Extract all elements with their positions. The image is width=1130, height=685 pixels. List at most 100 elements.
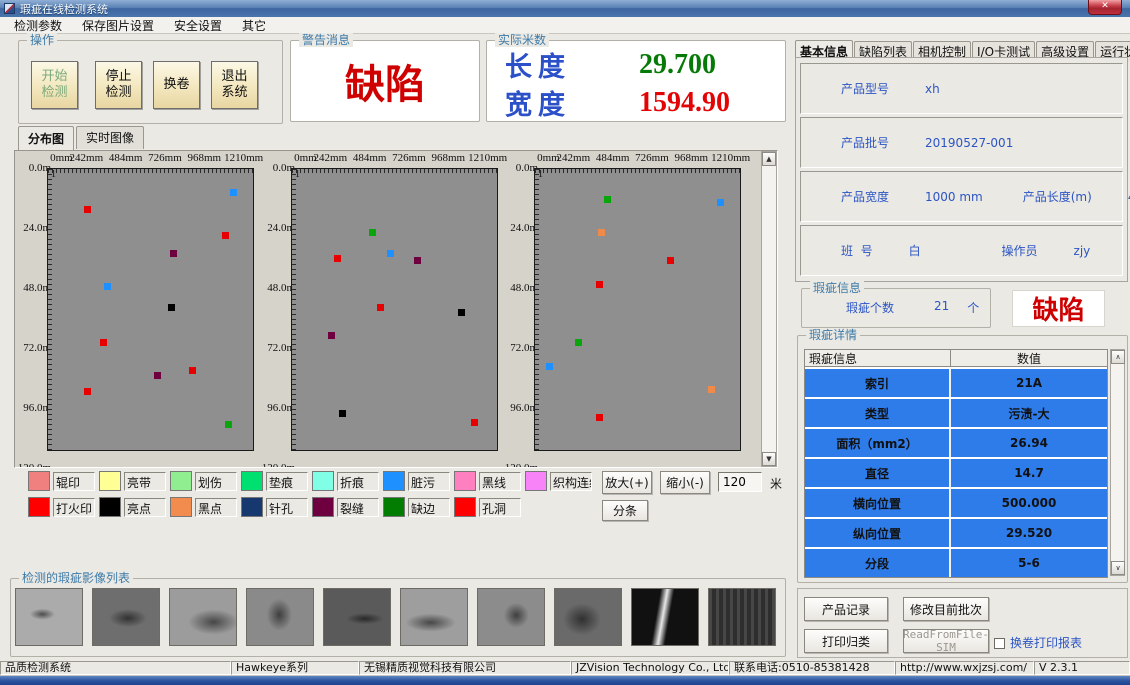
legend-swatch xyxy=(28,497,50,517)
legend-label: 亮带 xyxy=(124,472,166,491)
plot-point xyxy=(84,388,91,395)
status-segment: V 2.3.1 xyxy=(1034,661,1130,675)
plot-scrollbar[interactable]: ▲ ▼ xyxy=(761,151,777,467)
info-row: 产品型号xh xyxy=(800,63,1123,114)
details-row-label: 分段 xyxy=(805,549,951,577)
defect-thumbnail[interactable] xyxy=(477,588,545,646)
defect-details-group: 瑕疵详情 瑕疵信息 数值 索引21A类型污渍-大面积（mm2）26.94直径14… xyxy=(797,335,1128,583)
defect-thumbnail[interactable] xyxy=(554,588,622,646)
exit-system-button[interactable]: 退出系统 xyxy=(211,61,258,109)
length-label: 长度 xyxy=(505,45,615,84)
details-row[interactable]: 面积（mm2）26.94 xyxy=(805,429,1107,457)
tab-distribution[interactable]: 分布图 xyxy=(18,126,74,150)
scatter-plot[interactable]: 1 xyxy=(534,168,741,451)
details-row-label: 索引 xyxy=(805,369,951,397)
details-row[interactable]: 类型污渍-大 xyxy=(805,399,1107,427)
x-axis-label: 968mm xyxy=(675,152,709,164)
tab-realtime[interactable]: 实时图像 xyxy=(76,126,144,149)
legend-item: 辊印 xyxy=(28,471,99,491)
scroll-down-icon[interactable]: ▼ xyxy=(762,452,776,466)
details-row[interactable]: 纵向位置29.520 xyxy=(805,519,1107,547)
scroll-up-icon[interactable]: ∧ xyxy=(1111,350,1125,364)
menu-item[interactable]: 保存图片设置 xyxy=(72,16,164,35)
app-icon xyxy=(4,3,15,14)
defect-count-unit: 个 xyxy=(967,299,979,316)
legend-swatch xyxy=(170,497,192,517)
field-value: 20190527-001 xyxy=(925,136,1013,150)
defect-thumbnail[interactable] xyxy=(92,588,160,646)
plot-point xyxy=(104,283,111,290)
plot-point xyxy=(369,229,376,236)
legend-label: 划伤 xyxy=(195,472,237,491)
button-label-line: 检测 xyxy=(105,85,131,101)
menu-item[interactable]: 其它 xyxy=(232,16,276,35)
legend-label: 脏污 xyxy=(408,472,450,491)
length-scale-input[interactable] xyxy=(718,472,762,492)
field-label: 产品批号 xyxy=(841,134,889,151)
scatter-plot[interactable]: 1 xyxy=(291,168,498,451)
details-row[interactable]: 横向位置500.000 xyxy=(805,489,1107,517)
x-axis-labels: 0mm242mm484mm726mm968mm1210mm xyxy=(47,152,254,167)
legend-swatch xyxy=(28,471,50,491)
modify-batch-button[interactable]: 修改目前批次 xyxy=(903,597,989,621)
status-segment: http://www.wxjzsj.com/ xyxy=(895,661,1034,675)
details-row-label: 面积（mm2） xyxy=(805,429,951,457)
details-row-value: 5-6 xyxy=(951,556,1107,570)
warning-group: 警告消息 缺陷 xyxy=(290,40,480,122)
legend-item: 脏污 xyxy=(383,471,454,491)
defect-thumbnail[interactable] xyxy=(400,588,468,646)
print-classify-button[interactable]: 打印归类 xyxy=(804,629,888,653)
defect-thumbnail[interactable] xyxy=(323,588,391,646)
menu-item[interactable]: 安全设置 xyxy=(164,16,232,35)
legend-label: 辊印 xyxy=(53,472,95,491)
thumbnails-group: 检测的瑕疵影像列表 xyxy=(10,578,786,657)
details-row[interactable]: 直径14.7 xyxy=(805,459,1107,487)
zoom-in-button[interactable]: 放大(+) xyxy=(602,471,652,494)
width-row: 宽度 1594.90 xyxy=(505,83,730,122)
scatter-plot[interactable]: 1 xyxy=(47,168,254,451)
width-label: 宽度 xyxy=(505,83,615,122)
print-report-checkbox[interactable] xyxy=(994,638,1005,649)
legend-item: 亮点 xyxy=(99,497,170,517)
stop-detection-button[interactable]: 停止检测 xyxy=(95,61,142,109)
details-row[interactable]: 索引21A xyxy=(805,369,1107,397)
x-axis-label: 968mm xyxy=(188,152,222,164)
split-button[interactable]: 分条 xyxy=(602,500,648,521)
defect-thumbnail[interactable] xyxy=(169,588,237,646)
plot-point xyxy=(708,386,715,393)
field-label: 操作员 xyxy=(1002,242,1038,259)
details-header-info: 瑕疵信息 xyxy=(805,350,951,366)
defect-thumbnail[interactable] xyxy=(15,588,83,646)
legend-row-1: 辊印亮带划伤垫痕折痕脏污黑线织构连续 xyxy=(28,471,596,491)
meters-group: 实际米数 长度 29.700 宽度 1594.90 xyxy=(486,40,786,122)
plot-point xyxy=(458,309,465,316)
info-cell: 产品型号xh xyxy=(801,80,1122,97)
details-row[interactable]: 分段5-6 xyxy=(805,549,1107,577)
field-value: zjy xyxy=(1074,244,1091,258)
close-button[interactable]: ✕ xyxy=(1088,0,1122,15)
defect-thumbnail[interactable] xyxy=(631,588,699,646)
zoom-out-button[interactable]: 缩小(-) xyxy=(660,471,710,494)
x-axis-label: 726mm xyxy=(635,152,669,164)
actions-panel: 产品记录修改目前批次打印归类ReadFromFile-SIM 换卷打印报表 xyxy=(797,588,1128,658)
scroll-up-icon[interactable]: ▲ xyxy=(762,152,776,166)
plot-point xyxy=(222,232,229,239)
start-detection-button[interactable]: 开始检测 xyxy=(31,61,78,109)
info-cell: 产品宽度1000 mm xyxy=(801,188,983,205)
x-axis-labels: 0mm242mm484mm726mm968mm1210mm xyxy=(534,152,741,167)
details-scrollbar[interactable]: ∧ ∨ xyxy=(1110,349,1125,576)
details-row-label: 横向位置 xyxy=(805,489,951,517)
product-record-button[interactable]: 产品记录 xyxy=(804,597,888,621)
legend-label: 孔洞 xyxy=(479,498,521,517)
legend-label: 垫痕 xyxy=(266,472,308,491)
change-roll-button[interactable]: 换卷 xyxy=(153,61,200,109)
defect-thumbnail[interactable] xyxy=(246,588,314,646)
menu-item[interactable]: 检测参数 xyxy=(4,16,72,35)
taskbar-strip xyxy=(0,676,1130,685)
basic-info-panel: 产品型号xh产品批号20190527-001产品宽度1000 mm产品长度(m)… xyxy=(795,57,1128,282)
legend-swatch xyxy=(241,471,263,491)
defect-count-value: 21 xyxy=(934,299,949,316)
details-table-header: 瑕疵信息 数值 xyxy=(805,350,1107,367)
defect-thumbnail[interactable] xyxy=(708,588,776,646)
scroll-down-icon[interactable]: ∨ xyxy=(1111,561,1125,575)
